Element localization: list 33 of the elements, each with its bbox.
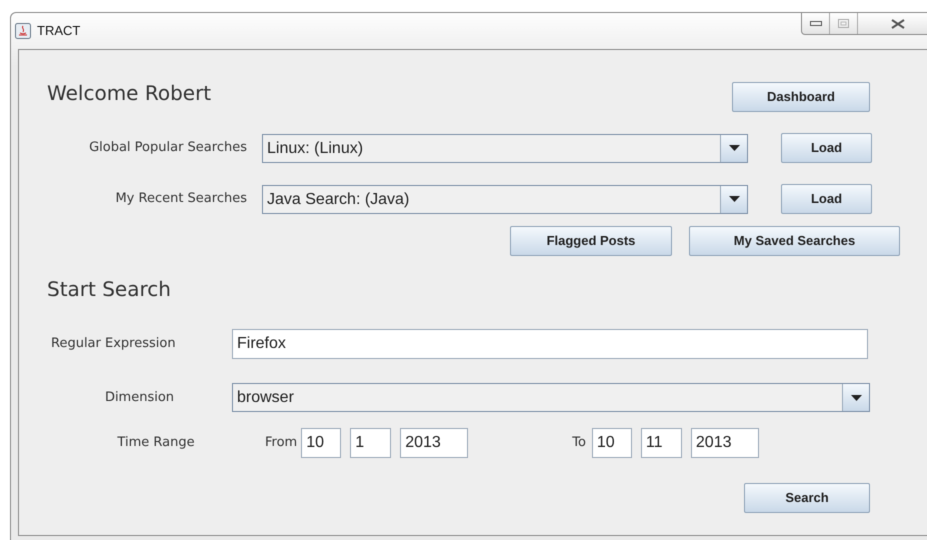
- window-title: TRACT: [37, 22, 80, 40]
- dropdown[interactable]: browser: [232, 383, 870, 412]
- app-icon: [15, 23, 31, 39]
- field-label: Dimension: [104, 388, 174, 407]
- date-field[interactable]: 11: [640, 428, 682, 458]
- saved-searches-button[interactable]: My Saved Searches: [689, 226, 900, 256]
- date-field[interactable]: 10: [592, 428, 632, 458]
- to-label: To: [572, 434, 586, 452]
- field-label: Global Popular Searches: [88, 139, 247, 158]
- close-icon: [891, 18, 905, 28]
- field-label: Regular Expression: [50, 335, 177, 354]
- dropdown[interactable]: Java Search: (Java): [262, 184, 748, 214]
- dropdown[interactable]: Linux: (Linux): [262, 134, 748, 162]
- section-heading: Start Search: [47, 276, 171, 303]
- caret-icon: [728, 196, 740, 202]
- flagged-posts-button[interactable]: Flagged Posts: [510, 226, 672, 256]
- field-label: Time Range: [117, 434, 195, 452]
- field-label: My Recent Searches: [114, 190, 247, 208]
- date-field[interactable]: 10: [301, 428, 342, 458]
- load-button[interactable]: Load: [781, 133, 872, 163]
- date-field[interactable]: 2013: [690, 428, 759, 458]
- maximize-icon: [838, 19, 849, 28]
- date-field[interactable]: 1: [350, 428, 392, 458]
- dashboard-button[interactable]: Dashboard: [732, 82, 870, 112]
- from-label: From: [265, 434, 298, 452]
- minimize-icon: [810, 21, 822, 26]
- caret-icon: [850, 394, 862, 400]
- date-field[interactable]: 2013: [400, 428, 468, 458]
- caret-icon: [728, 145, 740, 151]
- load-button[interactable]: Load: [781, 184, 872, 214]
- search-button[interactable]: Search: [744, 483, 870, 513]
- welcome-heading: Welcome Robert: [47, 80, 212, 107]
- text-field[interactable]: Firefox: [232, 329, 868, 359]
